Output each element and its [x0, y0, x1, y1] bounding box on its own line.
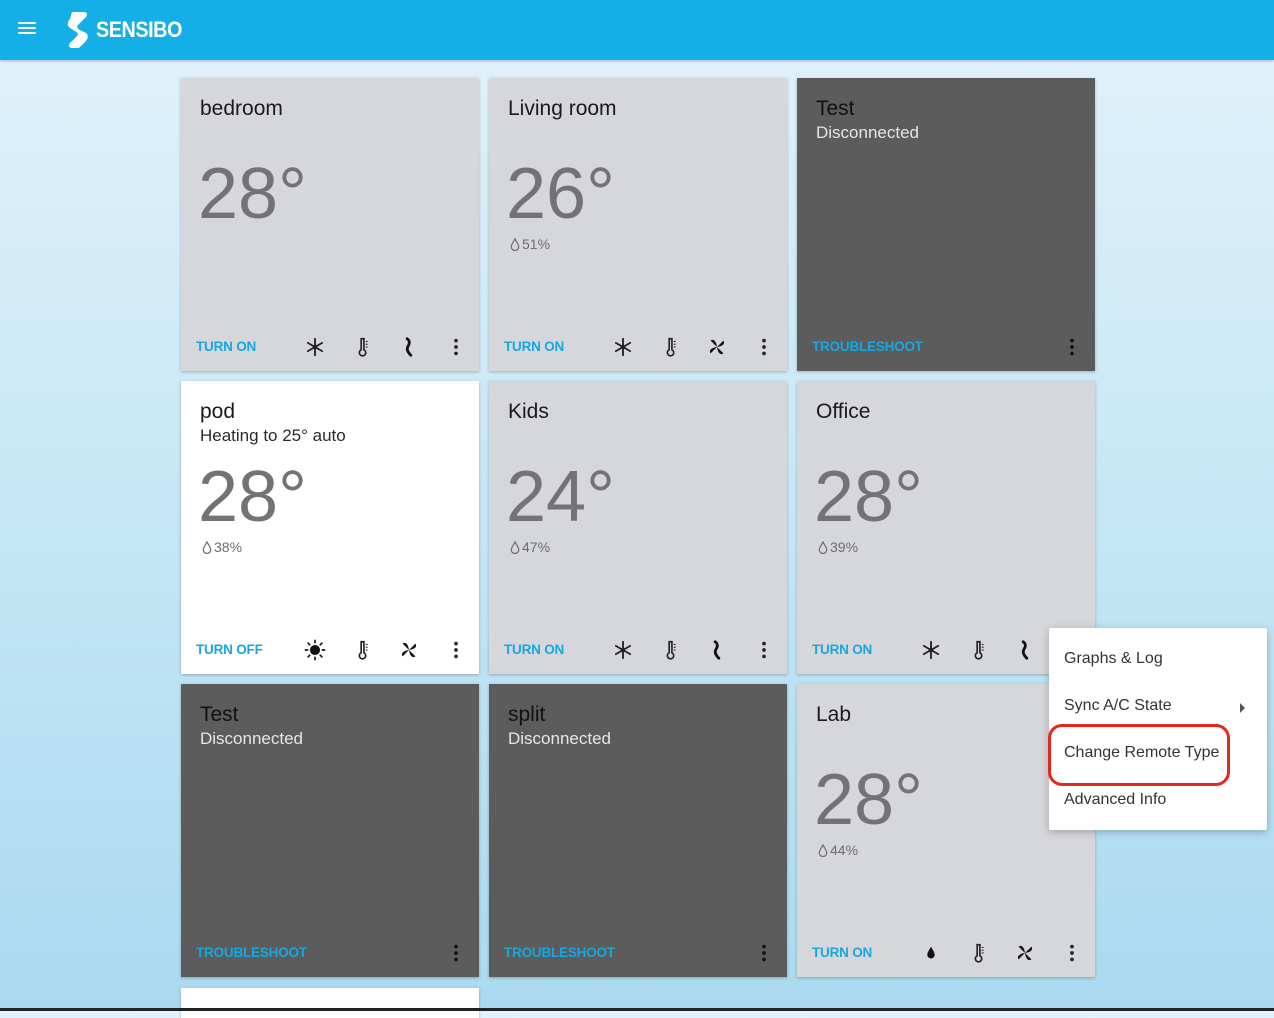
humidity-value: 39%	[830, 539, 859, 555]
room-temperature: 28°	[814, 457, 923, 537]
room-temperature: 24°	[506, 457, 615, 537]
snowflake-icon[interactable]	[304, 336, 326, 358]
fan-icon[interactable]	[706, 336, 728, 358]
turn-on-button[interactable]: TURN ON	[812, 642, 872, 657]
turn-on-button[interactable]: TURN ON	[504, 642, 564, 657]
thermometer-icon[interactable]	[352, 336, 374, 358]
room-temperature: 28°	[198, 154, 307, 234]
device-status: Heating to 25° auto	[200, 426, 346, 445]
more-vert-icon[interactable]	[753, 639, 775, 661]
device-name: split	[508, 703, 546, 726]
menu-item-advanced-info[interactable]: Advanced Info	[1064, 791, 1166, 809]
device-card-pod[interactable]: pod Heating to 25° auto 28° 38% TURN OFF	[181, 381, 479, 674]
more-vert-icon[interactable]	[753, 942, 775, 964]
thermometer-icon[interactable]	[968, 639, 990, 661]
droplet-icon	[818, 540, 828, 554]
humidity: 51%	[510, 236, 550, 252]
device-status: Disconnected	[508, 729, 612, 748]
device-name: Living room	[508, 97, 617, 120]
sensibo-logo-icon	[67, 12, 88, 48]
humidity: 47%	[510, 539, 550, 555]
fan-icon[interactable]	[1014, 942, 1036, 964]
device-name: Lab	[816, 703, 852, 726]
device-context-menu: Graphs & Log Sync A/C State Change Remot…	[1049, 628, 1267, 830]
turn-on-button[interactable]: TURN ON	[196, 339, 256, 354]
more-vert-icon[interactable]	[445, 336, 467, 358]
humidity-value: 51%	[522, 236, 551, 252]
device-name: bedroom	[200, 97, 283, 120]
droplet-icon	[818, 843, 828, 857]
top-app-bar: SENSIBO	[0, 0, 1274, 60]
thermometer-icon[interactable]	[660, 336, 682, 358]
humidity-value: 38%	[214, 539, 243, 555]
turn-on-button[interactable]: TURN ON	[504, 339, 564, 354]
humidity-value: 44%	[830, 842, 859, 858]
droplet-icon	[510, 540, 520, 554]
device-name: Kids	[508, 400, 549, 423]
device-status: Disconnected	[200, 729, 304, 748]
device-card-test[interactable]: Test Disconnected TROUBLESHOOT	[797, 78, 1095, 371]
device-name: pod	[200, 400, 236, 423]
room-temperature: 28°	[198, 457, 307, 537]
device-status: Disconnected	[816, 123, 920, 142]
more-vert-icon[interactable]	[445, 942, 467, 964]
room-temperature: 28°	[814, 760, 923, 840]
troubleshoot-button[interactable]: TROUBLESHOOT	[504, 945, 615, 960]
snowflake-icon[interactable]	[612, 639, 634, 661]
sun-icon[interactable]	[304, 639, 326, 661]
turn-on-button[interactable]: TURN ON	[812, 945, 872, 960]
more-vert-icon[interactable]	[445, 639, 467, 661]
menu-item-sync-ac-state[interactable]: Sync A/C State	[1064, 697, 1172, 715]
device-name: Test	[816, 97, 855, 120]
swing-icon[interactable]	[1014, 639, 1036, 661]
droplet-icon	[202, 540, 212, 554]
device-card-test-2[interactable]: Test Disconnected TROUBLESHOOT	[181, 684, 479, 977]
fan-icon[interactable]	[398, 639, 420, 661]
snowflake-icon[interactable]	[920, 639, 942, 661]
room-temperature: 26°	[506, 154, 615, 234]
device-card-split[interactable]: split Disconnected TROUBLESHOOT	[489, 684, 787, 977]
menu-item-graphs-log[interactable]: Graphs & Log	[1064, 650, 1163, 668]
device-card-bedroom[interactable]: bedroom 28° TURN ON	[181, 78, 479, 371]
thermometer-icon[interactable]	[660, 639, 682, 661]
submenu-arrow-icon	[1240, 703, 1245, 713]
device-card-partial[interactable]	[181, 988, 479, 1018]
device-card-kids[interactable]: Kids 24° 47% TURN ON	[489, 381, 787, 674]
droplet-icon[interactable]	[920, 942, 942, 964]
device-card-living-room[interactable]: Living room 26° 51% TURN ON	[489, 78, 787, 371]
device-name: Test	[200, 703, 239, 726]
humidity: 39%	[818, 539, 858, 555]
humidity: 38%	[202, 539, 242, 555]
troubleshoot-button[interactable]: TROUBLESHOOT	[196, 945, 307, 960]
droplet-icon	[510, 237, 520, 251]
device-name: Office	[816, 400, 871, 423]
thermometer-icon[interactable]	[352, 639, 374, 661]
sensibo-logo[interactable]: SENSIBO	[66, 10, 192, 50]
swing-icon[interactable]	[706, 639, 728, 661]
menu-icon[interactable]	[18, 20, 38, 36]
snowflake-icon[interactable]	[612, 336, 634, 358]
thermometer-icon[interactable]	[968, 942, 990, 964]
more-vert-icon[interactable]	[1061, 942, 1083, 964]
more-vert-icon[interactable]	[753, 336, 775, 358]
brand-name: SENSIBO	[96, 17, 182, 42]
humidity: 44%	[818, 842, 858, 858]
troubleshoot-button[interactable]: TROUBLESHOOT	[812, 339, 923, 354]
more-vert-icon[interactable]	[1061, 336, 1083, 358]
turn-off-button[interactable]: TURN OFF	[196, 642, 263, 657]
menu-item-change-remote-type[interactable]: Change Remote Type	[1064, 744, 1219, 762]
swing-icon[interactable]	[398, 336, 420, 358]
humidity-value: 47%	[522, 539, 551, 555]
